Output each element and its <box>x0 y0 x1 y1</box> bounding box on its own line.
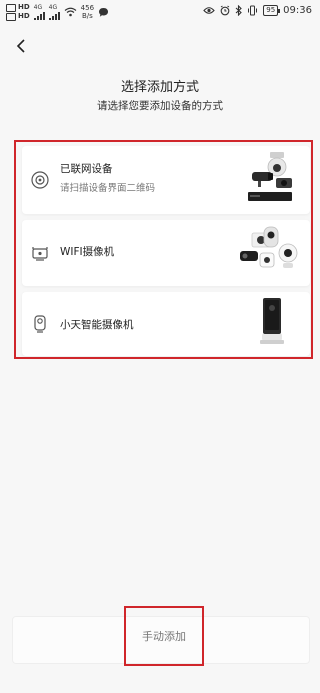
signal-bars-icon <box>48 11 60 20</box>
battery-level: 95 <box>266 6 276 14</box>
smart-camera-product-image <box>260 298 284 344</box>
sim2-label: HD <box>18 12 30 20</box>
scan-circle-icon <box>31 171 49 189</box>
option-hint: 请扫描设备界面二维码 <box>60 183 156 194</box>
option-label: 已联网设备 <box>60 163 113 175</box>
net-speed-value: 456 <box>80 4 95 12</box>
page-subtitle: 请选择您要添加设备的方式 <box>97 100 223 112</box>
net-speed: 456 B/s <box>81 4 94 20</box>
wifi-camera-product-image <box>240 226 298 268</box>
signal-1: 4G <box>33 3 45 20</box>
option-xiaotian-camera[interactable]: 小天智能摄像机 <box>22 292 310 356</box>
signal-bars-icon <box>33 11 45 20</box>
eye-icon <box>203 7 215 14</box>
bluetooth-icon <box>235 5 243 16</box>
camera-outline-icon <box>34 315 46 333</box>
network2-label: 4G <box>48 3 58 11</box>
network1-label: 4G <box>33 3 43 11</box>
sim-indicators: HD HD <box>6 3 30 21</box>
router-icon <box>32 247 48 261</box>
nvr-camera-product-image <box>248 152 292 201</box>
manual-add-label: 手动添加 <box>142 630 186 643</box>
chat-icon <box>99 7 109 17</box>
wifi-icon <box>64 7 77 17</box>
sim2-indicator: HD <box>6 12 30 21</box>
status-bar: HD HD 4G 4G 456 B/s 95 09:36 <box>0 0 320 26</box>
sim1-label: HD <box>18 3 30 11</box>
chevron-left-icon <box>16 39 25 53</box>
vibrate-icon <box>248 5 258 16</box>
back-button[interactable] <box>12 36 32 56</box>
battery-icon: 95 <box>263 5 281 16</box>
signal-2: 4G <box>48 3 60 20</box>
option-networked-device[interactable]: 已联网设备 请扫描设备界面二维码 <box>22 146 310 214</box>
page-title: 选择添加方式 <box>120 80 199 95</box>
option-label: WIFI摄像机 <box>60 246 115 258</box>
manual-add-button[interactable]: 手动添加 <box>124 606 204 666</box>
status-right: 95 09:36 <box>203 5 312 16</box>
status-left: HD HD 4G 4G 456 B/s <box>6 3 109 21</box>
sim1-indicator: HD <box>6 3 30 12</box>
status-time: 09:36 <box>283 5 312 16</box>
option-wifi-camera[interactable]: WIFI摄像机 <box>22 220 310 286</box>
net-speed-unit: B/s <box>81 12 93 20</box>
alarm-icon <box>220 5 230 16</box>
option-label: 小天智能摄像机 <box>60 319 134 331</box>
